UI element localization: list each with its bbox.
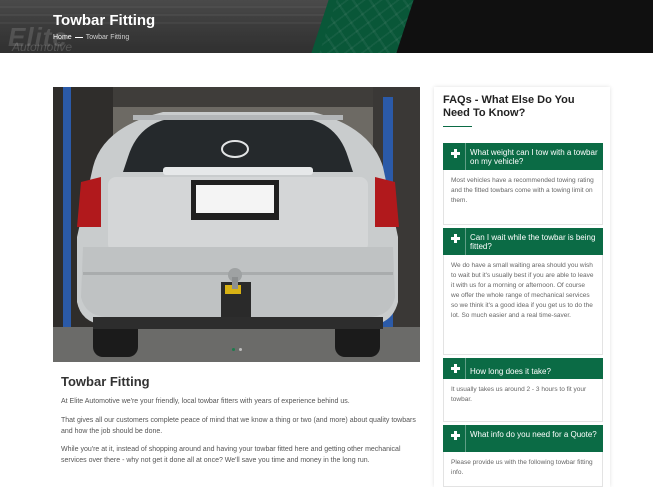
article-paragraph: That gives all our customers complete pe… (61, 417, 416, 435)
plus-icon (451, 234, 460, 243)
faq-answer-3: It usually takes us around 2 - 3 hours t… (443, 379, 603, 422)
faq-answer-text: It usually takes us around 2 - 3 hours t… (451, 386, 587, 403)
article-title: Towbar Fitting (61, 374, 150, 389)
faq-answer-2: We do have a small waiting area should y… (443, 255, 603, 355)
article-paragraph: At Elite Automotive we're your friendly,… (61, 398, 350, 405)
towbar-image-slider[interactable] (53, 87, 420, 362)
page-title: Towbar Fitting (53, 12, 156, 29)
faq-question-1[interactable]: What weight can I tow with a towbar on m… (443, 143, 603, 170)
plus-icon (451, 149, 460, 158)
plus-icon (451, 431, 460, 440)
faq-answer-1: Most vehicles have a recommended towing … (443, 170, 603, 225)
faq-heading: FAQs - What Else Do You Need To Know? (443, 94, 575, 119)
faq-answer-text: We do have a small waiting area should y… (451, 262, 594, 319)
slider-dot-2[interactable] (238, 348, 242, 351)
faq-question-4[interactable]: What info do you need for a Quote? (443, 425, 603, 452)
faq-heading-underline (443, 126, 472, 127)
faq-answer-text: Please provide us with the following tow… (451, 459, 593, 476)
breadcrumb: Home Towbar Fitting (53, 34, 129, 41)
faq-question-2[interactable]: Can I wait while the towbar is being fit… (443, 228, 603, 255)
page-header-banner: Elite Automotive Towbar Fitting Home Towb… (0, 0, 653, 53)
slider-pagination (53, 338, 420, 356)
car-rear-photo (53, 87, 420, 362)
faq-question-text: What weight can I tow with a towbar on m… (470, 148, 598, 166)
faq-answer-4: Please provide us with the following tow… (443, 452, 603, 487)
slider-dot-1[interactable] (231, 348, 235, 351)
faq-question-text: How long does it take? (470, 367, 551, 376)
faq-question-text: What info do you need for a Quote? (470, 430, 597, 439)
faq-question-text: Can I wait while the towbar is being fit… (470, 233, 596, 251)
breadcrumb-current: Towbar Fitting (85, 34, 130, 41)
breadcrumb-separator (74, 36, 83, 38)
plus-icon (451, 364, 460, 373)
faq-answer-text: Most vehicles have a recommended towing … (451, 177, 594, 204)
article-paragraph: While you're at it, instead of shopping … (61, 446, 401, 464)
breadcrumb-home-link[interactable]: Home (53, 34, 72, 41)
